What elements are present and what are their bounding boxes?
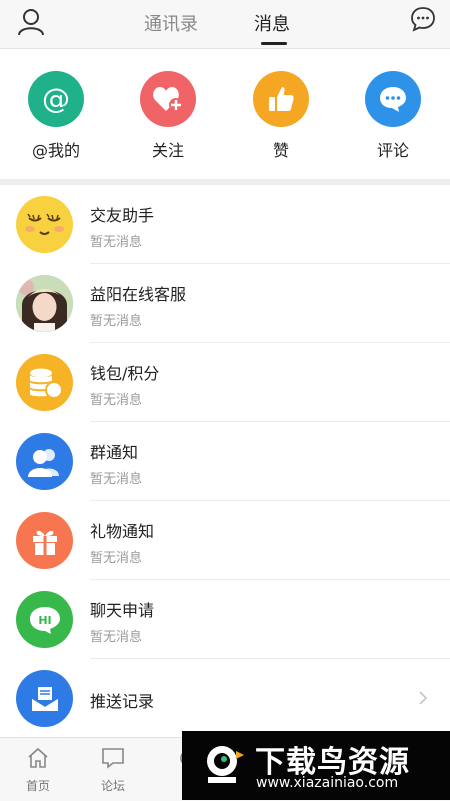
list-item-title: 钱包/积分 [90,364,160,383]
svg-text:@: @ [42,82,70,115]
svg-text:HI: HI [38,614,51,627]
chat-bubble-icon[interactable] [410,6,436,32]
quick-mentions-label: @我的 [31,141,80,160]
tab-contacts[interactable]: 通讯录 [144,10,198,36]
quick-follow-label: 关注 [151,141,184,160]
at-icon: @ [28,71,84,127]
quick-comments[interactable]: 评论 [348,71,438,161]
watermark-banner: 下载鸟资源 www.xiazainiao.com [182,731,450,800]
group-users-icon [16,433,73,490]
nav-home[interactable]: 首页 [8,746,68,794]
mail-tray-icon [16,670,73,727]
list-item-title: 交友助手 [90,206,155,225]
list-item-subtitle: 暂无消息 [90,551,143,566]
quick-likes[interactable]: 赞 [236,71,326,161]
watermark-url: www.xiazainiao.com [256,775,399,791]
home-icon [28,747,48,768]
quick-comments-label: 评论 [376,141,409,160]
list-item-friend-assistant[interactable]: 交友助手 暂无消息 [0,185,450,264]
list-item-group-notice[interactable]: 群通知 暂无消息 [0,422,450,501]
active-tab-indicator [261,42,287,45]
bird-logo-icon [207,746,244,783]
list-item-subtitle: 暂无消息 [90,630,143,645]
nav-forum[interactable]: 论坛 [83,746,143,794]
coin-stack-icon [16,354,73,411]
list-item-title: 推送记录 [90,692,155,711]
message-list: 交友助手 暂无消息 益阳在线客服 暂无消息 钱包/积分 暂无消息 群通知 暂无消… [0,185,450,737]
list-item-title: 礼物通知 [90,522,155,541]
photo-avatar [16,275,73,332]
tab-messages[interactable]: 消息 [254,10,290,36]
list-item-title: 聊天申请 [90,601,155,620]
nav-home-label: 首页 [25,779,50,793]
quick-mentions[interactable]: @ @我的 [11,71,101,161]
list-item-wallet[interactable]: 钱包/积分 暂无消息 [0,343,450,422]
top-bar: 通讯录 消息 [0,0,450,49]
hi-bubble-icon: HI [16,591,73,648]
list-item-chat-request[interactable]: HI 聊天申请 暂无消息 [0,580,450,659]
list-item-subtitle: 暂无消息 [90,472,143,487]
list-item-title: 群通知 [90,443,139,462]
thumbs-up-icon [253,71,309,127]
list-item-subtitle: 暂无消息 [90,393,143,408]
list-item-gift-notice[interactable]: 礼物通知 暂无消息 [0,501,450,580]
quick-follow[interactable]: 关注 [123,71,213,161]
smiley-face-icon [16,196,73,253]
list-item-subtitle: 暂无消息 [90,314,143,329]
nav-forum-label: 论坛 [100,779,125,793]
list-item-title: 益阳在线客服 [90,285,187,304]
quick-actions: @ @我的 关注 赞 评论 [0,49,450,179]
quick-likes-label: 赞 [272,141,289,160]
list-item-customer-service[interactable]: 益阳在线客服 暂无消息 [0,264,450,343]
comment-icon [365,71,421,127]
forum-icon [102,748,124,769]
chevron-right-icon [419,691,428,705]
gift-icon [16,512,73,569]
list-item-subtitle: 暂无消息 [90,235,143,250]
heart-plus-icon [140,71,196,127]
list-item-push-records[interactable]: 推送记录 [0,659,450,738]
profile-icon[interactable] [16,7,46,37]
